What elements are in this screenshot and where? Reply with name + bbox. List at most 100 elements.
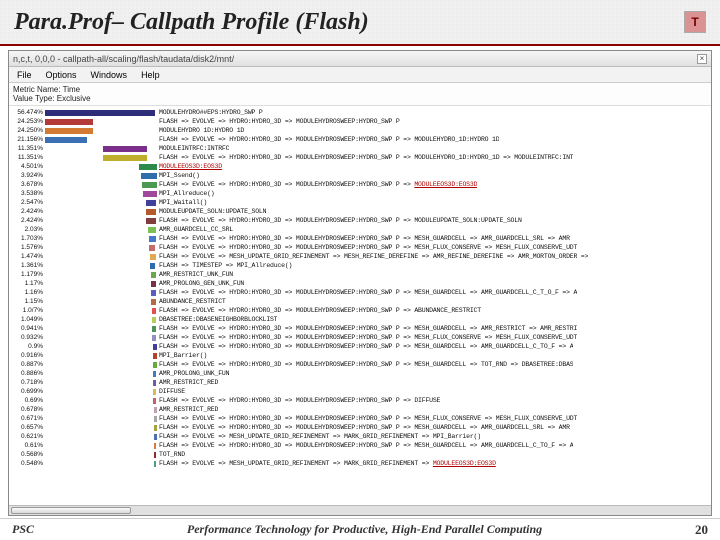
profile-row[interactable]: 2.424%MODULEUPDATE_SOLN:UPDATE_SOLN [13, 207, 707, 216]
profile-bar-area[interactable]: 56.474%MODULEHYDRO##EPS:HYDRO_SWP P24.25… [9, 106, 711, 505]
profile-row[interactable]: 56.474%MODULEHYDRO##EPS:HYDRO_SWP P [13, 108, 707, 117]
profile-row[interactable]: 0.886%AMR_PROLONG_UNK_FUN [13, 369, 707, 378]
profile-row[interactable]: 1.361%FLASH => TIMESTEP => MPI_Allreduce… [13, 261, 707, 270]
profile-row[interactable]: 0.671%FLASH => EVOLVE => HYDRO:HYDRO_3D … [13, 414, 707, 423]
profile-row[interactable]: 0.718%AMR_RESTRICT_RED [13, 378, 707, 387]
profile-row[interactable]: 0.9%FLASH => EVOLVE => HYDRO:HYDRO_3D =>… [13, 342, 707, 351]
callpath-label: MPI_Ssend() [159, 172, 200, 179]
bar [146, 200, 156, 206]
profile-row[interactable]: 1.17%AMR_PROLONG_GEN_UNK_FUN [13, 279, 707, 288]
profile-row[interactable]: 24.253%FLASH => EVOLVE => HYDRO:HYDRO_3D… [13, 117, 707, 126]
percent-value: 0.69% [13, 397, 43, 404]
bar-wrap [45, 110, 155, 116]
profile-row[interactable]: 1.576%FLASH => EVOLVE => HYDRO:HYDRO_3D … [13, 243, 707, 252]
percent-value: 3.924% [13, 172, 43, 179]
profile-row[interactable]: 1.16%FLASH => EVOLVE => HYDRO:HYDRO_3D =… [13, 288, 707, 297]
callpath-label: AMR_RESTRICT_RED [159, 406, 218, 413]
bar [154, 425, 157, 431]
menu-help[interactable]: Help [135, 69, 166, 81]
profile-row[interactable]: 3.538% MPI_Allreduce() [13, 189, 707, 198]
bar [154, 416, 157, 422]
callpath-label: AMR_PROLONG_UNK_FUN [159, 370, 229, 377]
bar-wrap [45, 137, 155, 143]
percent-value: 24.253% [13, 118, 43, 125]
profile-row[interactable]: 0.657%FLASH => EVOLVE => HYDRO:HYDRO_3D … [13, 423, 707, 432]
profile-row[interactable]: 3.924% MPI_Ssend() [13, 171, 707, 180]
bar [152, 317, 156, 323]
profile-row[interactable]: 21.156%FLASH => EVOLVE => HYDRO:HYDRO_3D… [13, 135, 707, 144]
callpath-label: FLASH => EVOLVE => HYDRO:HYDRO_3D => MOD… [159, 361, 573, 368]
menu-file[interactable]: File [11, 69, 38, 81]
callpath-label: MPI_Barrier() [159, 352, 207, 359]
profile-row[interactable]: 0.887%FLASH => EVOLVE => HYDRO:HYDRO_3D … [13, 360, 707, 369]
window-titlebar[interactable]: n,c,t, 0,0,0 - callpath-all/scaling/flas… [9, 51, 711, 67]
callpath-label: MPI_Allreduce() [159, 190, 215, 197]
callpath-label: FLASH => EVOLVE => MESH_UPDATE_GRID_REFI… [159, 460, 496, 467]
percent-value: 3.538% [13, 190, 43, 197]
bar [45, 119, 93, 125]
callpath-label: FLASH => EVOLVE => HYDRO:HYDRO_3D => MOD… [159, 397, 440, 404]
profile-row[interactable]: 1.15%ABUNDANCE_RESTRICT [13, 297, 707, 306]
bar-wrap [45, 254, 155, 260]
profile-row[interactable]: 0.548%FLASH => EVOLVE => MESH_UPDATE_GRI… [13, 459, 707, 468]
percent-value: 2.424% [13, 217, 43, 224]
profile-row[interactable]: 0.69% FLASH => EVOLVE => HYDRO:HYDRO_3D =… [13, 396, 707, 405]
profile-row[interactable]: 1.703%FLASH => EVOLVE => HYDRO:HYDRO_3D … [13, 234, 707, 243]
profile-row[interactable]: 1.474%FLASH => EVOLVE => MESH_UPDATE_GRI… [13, 252, 707, 261]
bar [45, 110, 155, 116]
profile-row[interactable]: 0.699%DIFFUSE [13, 387, 707, 396]
menu-options[interactable]: Options [40, 69, 83, 81]
bar-wrap [45, 146, 155, 152]
profile-row[interactable]: 0.61%FLASH => EVOLVE => HYDRO:HYDRO_3D =… [13, 441, 707, 450]
callpath-label: MODULEHYDRO 1D:HYDRO 1D [159, 127, 244, 134]
bar-wrap [45, 407, 155, 413]
callpath-label: FLASH => EVOLVE => HYDRO:HYDRO_3D => MOD… [159, 289, 577, 296]
profile-row[interactable]: 0.932%FLASH => EVOLVE => HYDRO:HYDRO_3D … [13, 333, 707, 342]
bar [148, 227, 156, 233]
bar-wrap [45, 128, 155, 134]
profile-row[interactable]: 0.621%FLASH => EVOLVE => MESH_UPDATE_GRI… [13, 432, 707, 441]
profile-row[interactable]: 1.049%DBASETREE:DBASENEIGHBORBLOCKLIST [13, 315, 707, 324]
profile-row[interactable]: 11.351%FLASH => EVOLVE => HYDRO:HYDRO_3D… [13, 153, 707, 162]
profile-row[interactable]: 2.03%AMR_GUARDCELL_CC_SRL [13, 225, 707, 234]
profile-row[interactable]: 1.0/7%FLASH => EVOLVE => HYDRO:HYDRO_3D … [13, 306, 707, 315]
profile-row[interactable]: 0.916%MPI_Barrier() [13, 351, 707, 360]
profile-row[interactable]: 0.568%TOT_RND [13, 450, 707, 459]
profile-row[interactable]: 24.250%MODULEHYDRO 1D:HYDRO 1D [13, 126, 707, 135]
horizontal-scrollbar[interactable] [9, 505, 711, 515]
bar [152, 308, 156, 314]
bar [153, 389, 156, 395]
profile-row[interactable]: 0.678%AMR_RESTRICT_RED [13, 405, 707, 414]
bar-wrap [45, 290, 155, 296]
bar-wrap [45, 209, 155, 215]
scrollbar-thumb[interactable] [11, 507, 131, 514]
profile-row[interactable]: 11.351%MODULEINTRFC:INTRFC [13, 144, 707, 153]
bar-wrap [45, 461, 155, 467]
slide-footer: PSC Performance Technology for Productiv… [0, 518, 720, 540]
profile-row[interactable]: 1.179%AMR_RESTRICT_UNK_FUN [13, 270, 707, 279]
profile-row[interactable]: 2.547%MPI_Waitall() [13, 198, 707, 207]
bar [153, 380, 156, 386]
callpath-label: FLASH => EVOLVE => MESH_UPDATE_GRID_REFI… [159, 433, 481, 440]
bar-wrap [45, 353, 155, 359]
callpath-label: FLASH => EVOLVE => HYDRO:HYDRO_3D => MOD… [159, 154, 573, 161]
profile-row[interactable]: 3.678%FLASH => EVOLVE => HYDRO:HYDRO_3D … [13, 180, 707, 189]
profile-row[interactable]: 2.424%FLASH => EVOLVE => HYDRO:HYDRO_3D … [13, 216, 707, 225]
profile-row[interactable]: 4.501%MODULEEOS3D:EOS3D [13, 162, 707, 171]
bar [153, 353, 157, 359]
callpath-label: FLASH => EVOLVE => HYDRO:HYDRO_3D => MOD… [159, 181, 477, 188]
profile-row[interactable]: 0.941%FLASH => EVOLVE => HYDRO:HYDRO_3D … [13, 324, 707, 333]
paraprof-window: n,c,t, 0,0,0 - callpath-all/scaling/flas… [8, 50, 712, 516]
callpath-label: DBASETREE:DBASENEIGHBORBLOCKLIST [159, 316, 277, 323]
close-icon[interactable]: × [697, 54, 707, 64]
menu-windows[interactable]: Windows [85, 69, 134, 81]
percent-value: 11.351% [13, 145, 43, 152]
bar [146, 209, 156, 215]
bar [152, 335, 156, 341]
callpath-label: FLASH => EVOLVE => HYDRO:HYDRO_3D => MOD… [159, 325, 577, 332]
bar [103, 155, 147, 161]
bar-wrap [45, 371, 155, 377]
bar [151, 272, 156, 278]
percent-value: 0.61% [13, 442, 43, 449]
tau-logo-icon: T [684, 11, 706, 33]
